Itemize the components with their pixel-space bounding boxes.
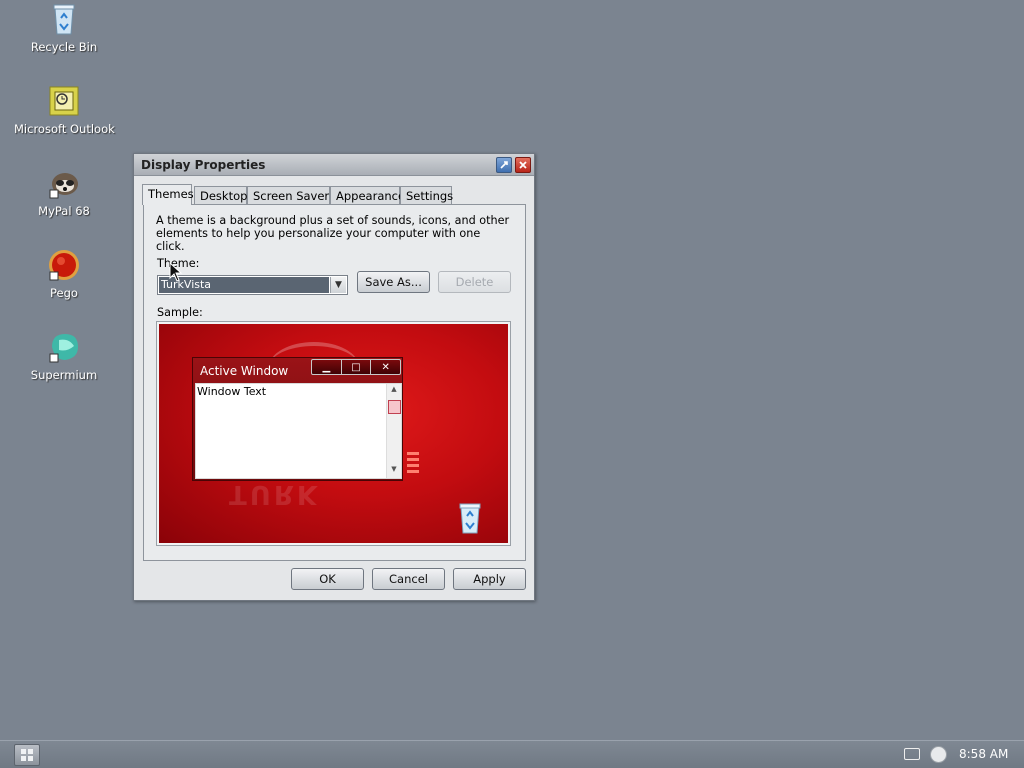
theme-sample-preview: TURK Active Window ▁ □ ✕ Window Text ▲ ▼: [156, 321, 511, 546]
start-icon: [21, 749, 33, 761]
help-button[interactable]: [496, 157, 512, 173]
pego-icon: [47, 248, 81, 282]
keyboard-icon[interactable]: [904, 748, 920, 760]
tab-settings[interactable]: Settings: [400, 186, 453, 204]
chevron-down-icon[interactable]: ▼: [330, 277, 346, 293]
sample-window-body: Window Text ▲ ▼: [195, 383, 402, 479]
help-icon: [500, 161, 508, 169]
sample-scrollbar: ▲ ▼: [386, 384, 401, 478]
tab-themes[interactable]: Themes: [142, 184, 194, 205]
tab-appearance[interactable]: Appearance: [330, 186, 405, 204]
wallpaper-stripes: [407, 452, 419, 476]
desktop-icon-outlook[interactable]: Microsoft Outlook: [14, 84, 115, 136]
themes-panel: A theme is a background plus a set of so…: [143, 204, 526, 561]
sample-window-controls: ▁ □ ✕: [311, 359, 401, 375]
desktop-icon-supermium[interactable]: Supermium: [14, 330, 114, 382]
tab-desktop[interactable]: Desktop: [194, 186, 247, 204]
tab-screen-saver[interactable]: Screen Saver: [247, 186, 330, 204]
cancel-button[interactable]: Cancel: [372, 568, 445, 590]
tray-app-icon[interactable]: [930, 746, 947, 763]
desktop-icon-label: Microsoft Outlook: [14, 122, 115, 136]
desktop-icon-label: Pego: [50, 286, 78, 300]
wallpaper-logo: TURK: [229, 479, 321, 509]
maximize-icon: □: [342, 360, 372, 374]
mouse-cursor-icon: [169, 262, 183, 282]
desktop-icon-recycle-bin[interactable]: Recycle Bin: [14, 2, 114, 54]
delete-button[interactable]: Delete: [438, 271, 511, 293]
theme-select-value: TurkVista: [159, 277, 329, 293]
theme-select[interactable]: TurkVista ▼: [157, 275, 348, 295]
desktop-icon-label: MyPal 68: [38, 204, 90, 218]
taskbar: 8:58 AM: [0, 740, 1024, 768]
close-icon: [519, 161, 527, 169]
scroll-up-icon: ▲: [391, 385, 397, 393]
dialog-titlebar[interactable]: Display Properties: [134, 154, 534, 176]
sample-window-text: Window Text: [197, 385, 267, 398]
sample-label: Sample:: [157, 306, 203, 319]
close-icon: ✕: [381, 361, 390, 373]
desktop-icon-mypal[interactable]: MyPal 68: [14, 166, 114, 218]
sample-active-window: Active Window ▁ □ ✕ Window Text ▲ ▼: [192, 357, 403, 481]
save-as-button[interactable]: Save As...: [357, 271, 430, 293]
close-button[interactable]: [515, 157, 531, 173]
ok-button[interactable]: OK: [291, 568, 364, 590]
themes-description: A theme is a background plus a set of so…: [156, 214, 510, 253]
desktop-icon-pego[interactable]: Pego: [14, 248, 114, 300]
display-properties-dialog: Display Properties Themes Desktop Screen…: [133, 153, 535, 601]
sample-window-title: Active Window: [200, 364, 289, 378]
desktop-icon-label: Supermium: [30, 368, 98, 382]
start-button[interactable]: [14, 744, 40, 766]
dialog-title: Display Properties: [141, 158, 266, 172]
scroll-down-icon: ▼: [391, 465, 397, 473]
recycle-bin-icon: [459, 503, 481, 534]
apply-button[interactable]: Apply: [453, 568, 526, 590]
scroll-thumb: [388, 400, 401, 414]
minimize-icon: ▁: [312, 360, 342, 374]
recycle-bin-icon: [47, 2, 81, 36]
supermium-icon: [47, 330, 81, 364]
taskbar-clock[interactable]: 8:58 AM: [959, 747, 1008, 761]
desktop-icon-label: Recycle Bin: [30, 40, 98, 54]
mypal-icon: [47, 166, 81, 200]
outlook-icon: [47, 84, 81, 118]
